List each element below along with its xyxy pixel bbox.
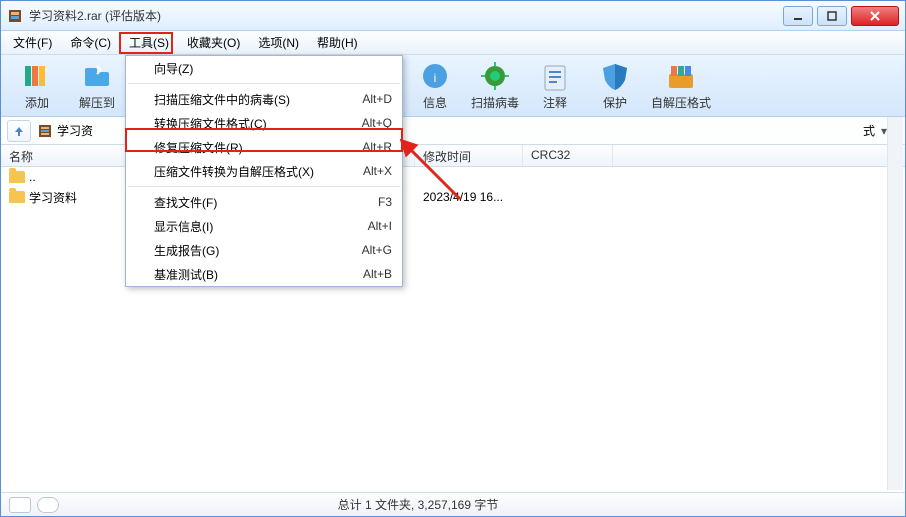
folder-out-icon [81,60,113,92]
item-name: .. [29,170,36,184]
dd-scan-virus[interactable]: 扫描压缩文件中的病毒(S)Alt+D [126,87,402,111]
menu-bar: 文件(F) 命令(C) 工具(S) 收藏夹(O) 选项(N) 帮助(H) [1,31,905,55]
col-modified[interactable]: 修改时间 [415,145,523,166]
dd-report[interactable]: 生成报告(G)Alt+G [126,238,402,262]
dd-repair[interactable]: 修复压缩文件(R)Alt+R [126,135,402,159]
tool-comment[interactable]: 注释 [525,57,585,115]
status-bar: 总计 1 文件夹, 3,257,169 字节 [1,492,905,516]
tool-scan-virus[interactable]: 扫描病毒 [465,57,525,115]
menu-commands[interactable]: 命令(C) [62,31,119,54]
up-arrow-icon [12,124,26,138]
status-summary: 总计 1 文件夹, 3,257,169 字节 [338,496,499,513]
tool-scan-label: 扫描病毒 [471,94,519,111]
tool-comment-label: 注释 [543,94,567,111]
dd-find[interactable]: 查找文件(F)F3 [126,190,402,214]
close-button[interactable] [851,6,899,26]
tool-add[interactable]: 添加 [7,57,67,115]
window-controls [783,6,899,26]
tool-protect-label: 保护 [603,94,627,111]
tool-info-label: 信息 [423,94,447,111]
dd-convert[interactable]: 转换压缩文件格式(C)Alt+Q [126,111,402,135]
tools-dropdown: 向导(Z) 扫描压缩文件中的病毒(S)Alt+D 转换压缩文件格式(C)Alt+… [125,55,403,287]
dd-show-info[interactable]: 显示信息(I)Alt+I [126,214,402,238]
tool-sfx-label: 自解压格式 [651,94,711,111]
dd-separator [128,186,400,187]
comment-icon [539,60,571,92]
status-slot-2 [37,497,59,513]
path-suffix: 式 [863,122,875,139]
app-icon [7,8,23,24]
dd-benchmark[interactable]: 基准测试(B)Alt+B [126,262,402,286]
tool-protect[interactable]: 保护 [585,57,645,115]
menu-options[interactable]: 选项(N) [250,31,307,54]
status-slot-1 [9,497,31,513]
col-crc[interactable]: CRC32 [523,145,613,166]
path-text-value: 学习资 [57,122,93,139]
menu-help[interactable]: 帮助(H) [309,31,366,54]
vertical-scrollbar[interactable] [887,117,903,490]
tool-extract-to[interactable]: 解压到 [67,57,127,115]
maximize-button[interactable] [817,6,847,26]
dd-wizard[interactable]: 向导(Z) [126,56,402,80]
folder-icon [9,191,25,203]
tool-info[interactable]: i 信息 [405,57,465,115]
nav-up-button[interactable] [7,120,31,142]
window-title: 学习资料2.rar (评估版本) [29,7,783,24]
menu-favorites[interactable]: 收藏夹(O) [179,31,248,54]
tool-extract-label: 解压到 [79,94,115,111]
minimize-button[interactable] [783,6,813,26]
virus-icon [479,60,511,92]
tool-sfx[interactable]: 自解压格式 [645,57,717,115]
menu-file[interactable]: 文件(F) [5,31,60,54]
svg-text:i: i [434,71,437,85]
app-window: 学习资料2.rar (评估版本) 文件(F) 命令(C) 工具(S) 收藏夹(O… [0,0,906,517]
archive-icon [37,123,53,139]
books-icon [21,60,53,92]
shield-icon [599,60,631,92]
dd-separator [128,83,400,84]
dd-convert-sfx[interactable]: 压缩文件转换为自解压格式(X)Alt+X [126,159,402,183]
folder-icon [9,171,25,183]
title-bar: 学习资料2.rar (评估版本) [1,1,905,31]
info-icon: i [419,60,451,92]
tool-add-label: 添加 [25,94,49,111]
item-name: 学习资料 [29,189,77,206]
menu-tools[interactable]: 工具(S) [121,31,177,54]
sfx-icon [665,60,697,92]
item-mtime: 2023/4/19 16... [415,190,523,204]
